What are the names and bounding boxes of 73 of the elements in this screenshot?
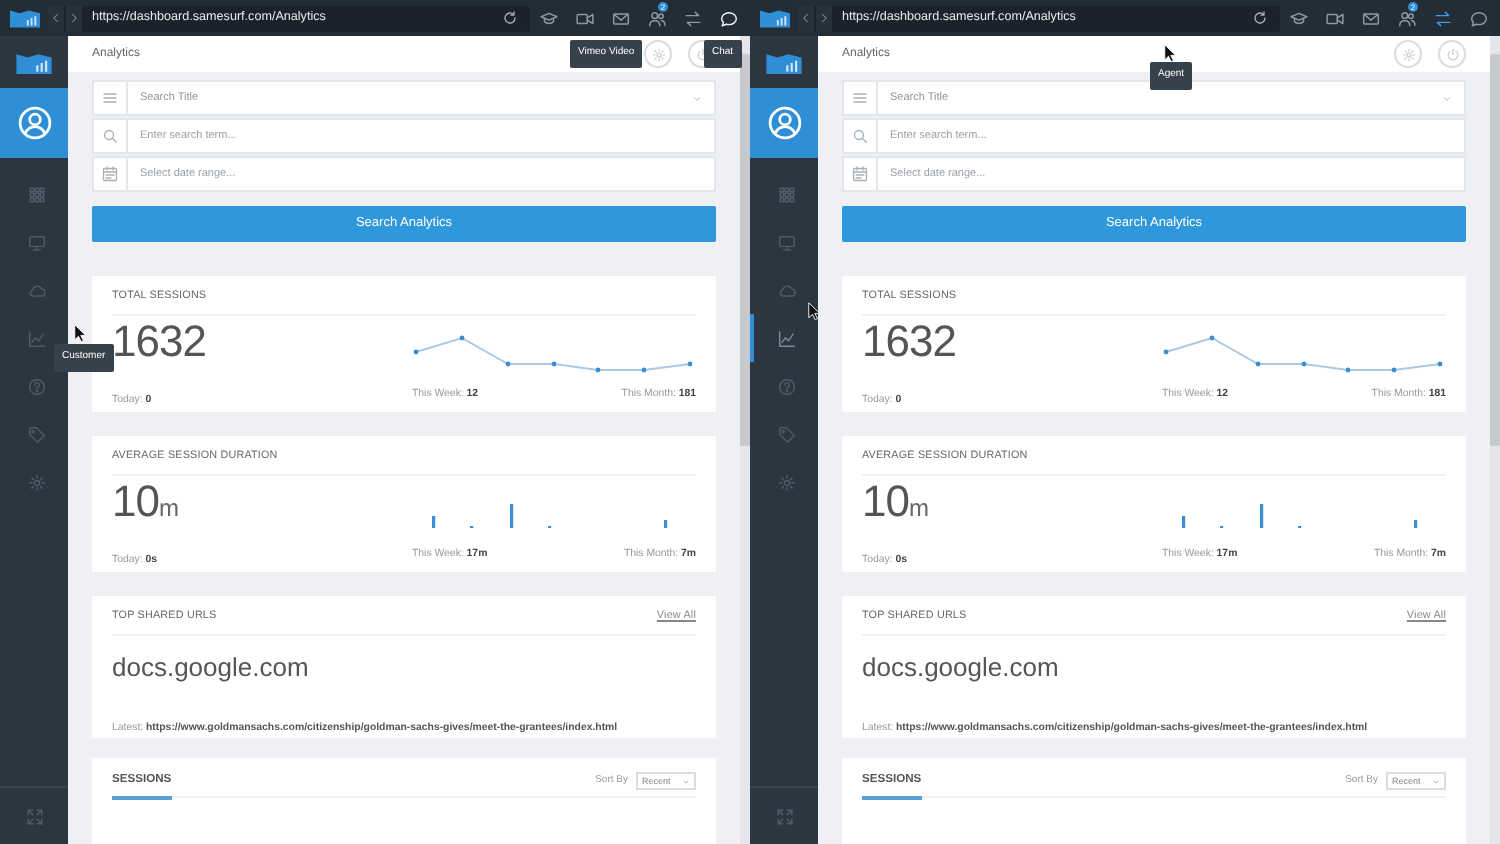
speech-bubble-icon [1469,9,1487,27]
menu-icon [102,90,118,107]
cap-icon [1289,9,1307,27]
user-icon [17,106,51,140]
help-icon [27,377,45,395]
settings-icon [777,473,795,491]
cursor-icon [74,324,86,342]
calendar-icon [102,166,118,183]
logo-icon [9,8,39,28]
chevron-right-icon [68,12,80,24]
expand-icon [775,807,793,825]
top-domain: docs.google.com [862,650,1059,687]
stat-value: 10m [112,476,178,527]
cap-icon [539,9,557,27]
people-icon [1397,9,1415,27]
expand-icon [25,807,43,825]
monitor-icon [777,233,795,251]
arrows-icon [1433,9,1451,27]
cursor-icon [1164,44,1176,62]
help-icon [777,377,795,395]
settings-button[interactable] [1394,40,1422,69]
profile-button[interactable] [0,88,68,158]
settings-icon [27,473,45,491]
caret-icon [692,93,702,104]
power-icon [695,47,709,62]
scrollbar[interactable] [1490,36,1500,844]
tag-icon [27,425,45,443]
back-button[interactable] [798,5,814,31]
back-button[interactable] [48,5,64,31]
power-icon [1445,47,1459,62]
line-chart-icon [27,329,45,347]
calendar-icon [852,166,868,183]
speech-bubble-icon [719,9,737,27]
grid-icon [777,185,795,203]
video-camera-icon [575,9,593,27]
tag-icon [777,425,795,443]
scrollbar-thumb[interactable] [740,54,750,446]
user-icon [767,106,801,140]
top-domain: docs.google.com [112,650,309,687]
cloud-icon [27,281,45,299]
people-icon [647,9,665,27]
cloud-icon [777,281,795,299]
menu-icon [852,90,868,107]
settings-button[interactable] [644,40,672,69]
logo-icon [16,51,52,73]
scrollbar[interactable] [740,36,750,844]
logo-icon [759,8,789,28]
settings-icon [1401,47,1415,62]
video-camera-icon [1325,9,1343,27]
grid-icon [27,185,45,203]
stat-value: 10m [862,476,928,527]
forward-button[interactable] [66,5,82,31]
envelope-icon [1361,9,1379,27]
scrollbar-thumb[interactable] [1490,54,1500,446]
arrows-icon [683,9,701,27]
line-chart-icon [777,329,795,347]
chevron-right-icon [818,12,830,24]
stat-value: 1632 [112,316,206,367]
forward-button[interactable] [816,5,832,31]
refresh-icon [1252,10,1268,26]
caret-icon [1442,93,1452,104]
cursor-icon [808,302,820,320]
monitor-icon [27,233,45,251]
search-icon [102,128,118,145]
profile-button[interactable] [750,88,818,158]
search-icon [852,128,868,145]
refresh-icon [502,10,518,26]
logo-icon [766,51,802,73]
stat-value: 1632 [862,316,956,367]
chevron-left-icon [800,12,812,24]
chevron-left-icon [50,12,62,24]
envelope-icon [611,9,629,27]
settings-icon [651,47,665,62]
